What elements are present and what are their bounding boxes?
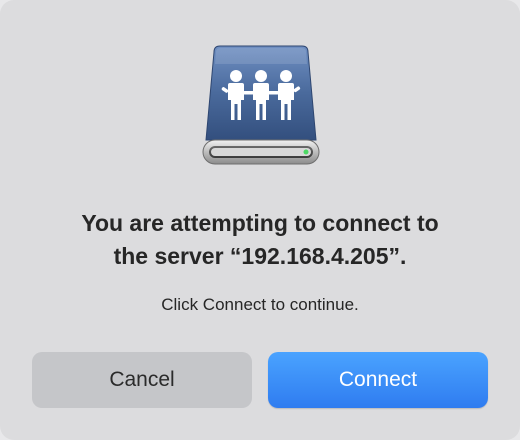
cancel-button[interactable]: Cancel (32, 352, 252, 408)
dialog-message-line-2: the server “192.168.4.205”. (113, 243, 407, 269)
dialog-informative-text: Click Connect to continue. (161, 295, 359, 314)
dialog-message-line-1: You are attempting to connect to (81, 210, 439, 236)
connect-to-server-dialog: You are attempting to connect to the ser… (0, 0, 520, 440)
connect-button[interactable]: Connect (268, 352, 488, 408)
shared-server-drive-icon (200, 44, 322, 168)
dialog-message-title: You are attempting to connect to the ser… (0, 207, 520, 273)
